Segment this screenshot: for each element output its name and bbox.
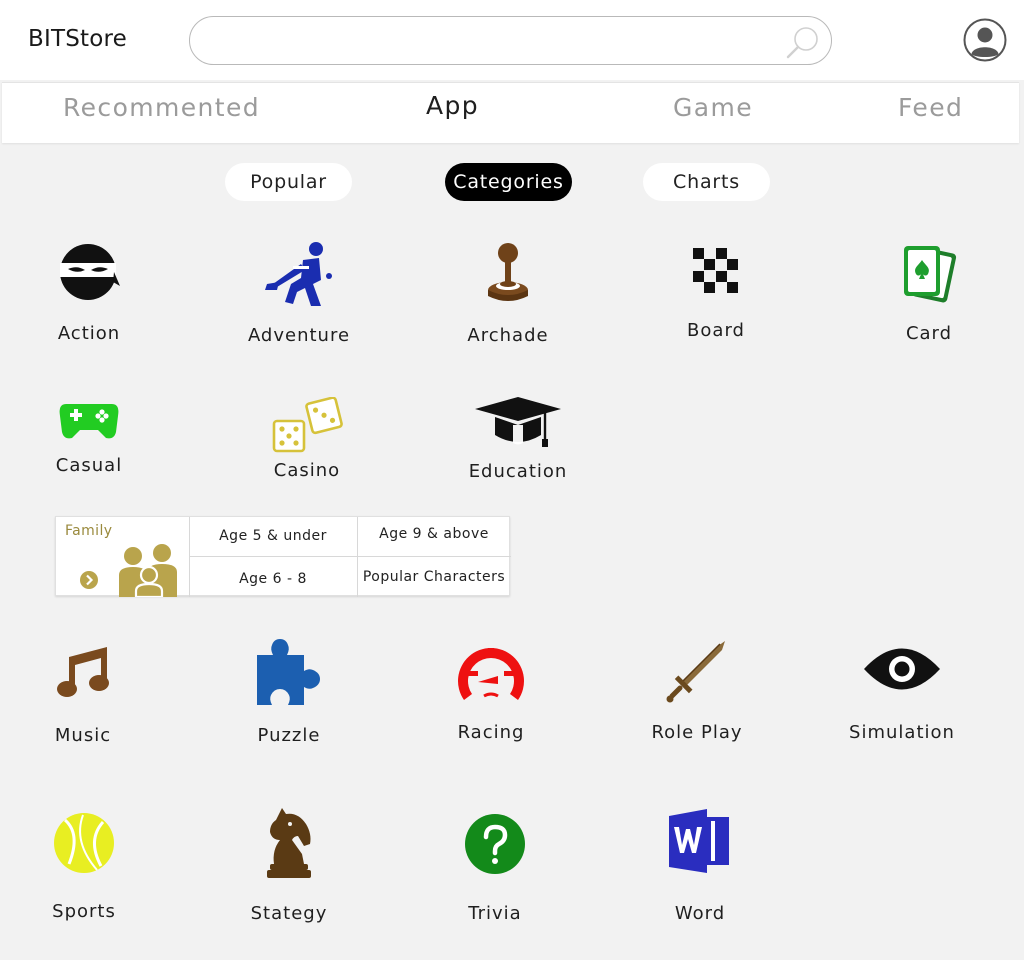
category-sports[interactable]: Sports (14, 812, 154, 922)
category-label: Trivia (468, 903, 522, 924)
gamepad-icon (59, 404, 119, 439)
ninja-icon (60, 244, 120, 300)
logo-rest: Store (65, 26, 128, 52)
search-bar[interactable] (189, 16, 832, 65)
category-word[interactable]: Word (630, 807, 770, 924)
search-input[interactable] (212, 27, 772, 55)
pill-categories[interactable]: Categories (445, 163, 572, 201)
tab-feed[interactable]: Feed (898, 93, 963, 122)
pill-charts[interactable]: Charts (643, 163, 770, 201)
category-simulation[interactable]: Simulation (832, 646, 972, 743)
store-logo[interactable]: BITStore (28, 26, 127, 52)
category-label: Sports (52, 901, 116, 922)
category-education[interactable]: Education (448, 395, 588, 482)
category-casual[interactable]: Casual (19, 400, 159, 476)
divider (189, 556, 511, 557)
tab-game[interactable]: Game (673, 93, 753, 122)
category-puzzle[interactable]: Puzzle (219, 637, 359, 746)
playing-cards-icon (904, 246, 957, 303)
category-label: Casino (273, 460, 341, 481)
chess-knight-icon (267, 808, 311, 878)
sword-icon (666, 641, 725, 703)
dice-icon (272, 397, 343, 453)
hockey-player-icon (265, 242, 332, 306)
family-card: Family Age 5 & under Age 9 & above Age 6… (55, 516, 511, 597)
category-adventure[interactable]: Adventure (229, 240, 369, 346)
puzzle-piece-icon (257, 639, 320, 705)
family-title[interactable]: Family (65, 523, 112, 539)
checkerboard-icon (693, 248, 738, 293)
category-label: Racing (457, 722, 525, 743)
family-link-age-6-8[interactable]: Age 6 - 8 (189, 571, 357, 587)
category-label: Stategy (250, 903, 328, 924)
category-racing[interactable]: Racing (421, 638, 561, 743)
category-stategy[interactable]: Stategy (219, 806, 359, 924)
category-role-play[interactable]: Role Play (627, 640, 767, 743)
word-document-icon (669, 809, 729, 873)
user-avatar-icon[interactable] (963, 18, 1007, 62)
tab-recommented[interactable]: Recommented (63, 93, 260, 122)
header-bar: BITStore (0, 0, 1024, 80)
family-link-age-9-above[interactable]: Age 9 & above (357, 526, 511, 542)
category-label: Adventure (247, 325, 351, 346)
search-icon[interactable] (785, 24, 821, 60)
category-label: Card (905, 323, 953, 344)
category-label: Simulation (849, 722, 955, 743)
category-trivia[interactable]: Trivia (425, 813, 565, 924)
speedometer-icon (458, 648, 524, 700)
question-mark-icon (465, 814, 525, 874)
category-casino[interactable]: Casino (237, 397, 377, 481)
category-label: Music (54, 725, 112, 746)
category-card[interactable]: Card (859, 244, 999, 344)
category-label: Archade (467, 325, 549, 346)
main-tabs: Recommented App Game Feed (2, 82, 1019, 143)
category-label: Action (57, 323, 121, 344)
category-label: Board (687, 320, 745, 341)
category-label: Casual (55, 455, 123, 476)
family-link-age-5-under[interactable]: Age 5 & under (189, 528, 357, 544)
category-music[interactable]: Music (13, 645, 153, 746)
tennis-ball-icon (54, 813, 114, 873)
arrow-right-circle-icon[interactable] (79, 570, 99, 590)
category-label: Puzzle (257, 725, 321, 746)
category-action[interactable]: Action (19, 242, 159, 344)
music-note-icon (57, 647, 109, 697)
category-label: Role Play (651, 722, 743, 743)
family-link-popular-characters[interactable]: Popular Characters (357, 569, 511, 585)
pill-popular[interactable]: Popular (225, 163, 352, 201)
category-board[interactable]: Board (646, 248, 786, 341)
category-label: Education (468, 461, 568, 482)
joystick-icon (488, 243, 528, 301)
category-archade[interactable]: Archade (438, 242, 578, 346)
category-label: Word (674, 903, 726, 924)
tab-app[interactable]: App (426, 91, 479, 120)
family-group-icon (119, 544, 177, 597)
graduation-cap-icon (475, 397, 561, 447)
eye-icon (864, 648, 940, 690)
logo-bold: BIT (28, 26, 66, 52)
